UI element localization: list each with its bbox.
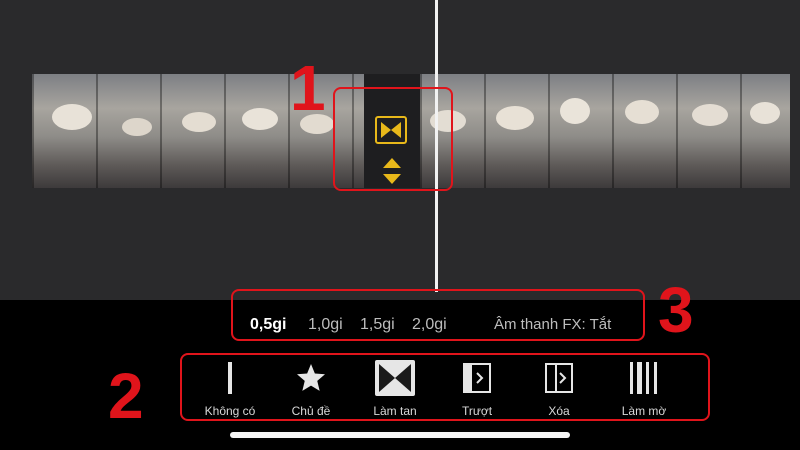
style-none-button[interactable]: Không có <box>190 356 270 422</box>
clip-thumbnail-detail <box>560 98 590 124</box>
style-wipe-button[interactable]: Xóa <box>519 356 599 422</box>
clip-thumbnail-detail <box>122 118 152 136</box>
wipe-icon <box>539 360 579 396</box>
style-fade-button[interactable]: Làm mờ <box>604 356 684 422</box>
duration-option-1-0[interactable]: 1,0gi <box>308 316 343 334</box>
style-label: Trượt <box>461 404 493 418</box>
clip-thumbnail-detail <box>625 100 659 124</box>
callout-number-1: 1 <box>290 52 326 124</box>
clip-thumbnail-detail <box>182 112 216 132</box>
clip-thumbnail-detail <box>750 102 780 124</box>
fade-bars-icon <box>624 360 664 396</box>
highlight-box-transition <box>333 87 453 191</box>
clip-thumbnail-detail <box>242 108 278 130</box>
duration-option-2-0[interactable]: 2,0gi <box>412 316 447 334</box>
clip-thumbnail-detail <box>496 106 534 130</box>
star-icon <box>291 360 331 396</box>
home-indicator[interactable] <box>230 432 570 438</box>
style-dissolve-button[interactable]: Làm tan <box>355 356 435 422</box>
style-label: Xóa <box>548 404 570 418</box>
style-label: Chủ đề <box>291 404 331 418</box>
duration-option-0-5[interactable]: 0,5gi <box>250 316 286 334</box>
none-line-icon <box>210 360 250 396</box>
transition-style-picker: Không có Chủ đề Làm tan Trượt Xóa Làm mờ <box>0 356 800 422</box>
clip-right-filmstrip[interactable] <box>420 74 790 188</box>
audio-fx-toggle[interactable]: Âm thanh FX: Tắt <box>494 316 611 333</box>
dissolve-bowtie-icon <box>375 360 415 396</box>
slide-icon <box>457 360 497 396</box>
style-label: Làm tan <box>373 404 417 418</box>
style-theme-button[interactable]: Chủ đề <box>271 356 351 422</box>
style-slide-button[interactable]: Trượt <box>437 356 517 422</box>
style-label: Không có <box>204 404 256 418</box>
clip-thumbnail-detail <box>692 104 728 126</box>
transition-duration-bar: 0,5gi 1,0gi 1,5gi 2,0gi Âm thanh FX: Tắt <box>0 316 800 340</box>
style-label: Làm mờ <box>621 404 667 418</box>
clip-thumbnail-detail <box>52 104 92 130</box>
duration-option-1-5[interactable]: 1,5gi <box>360 316 395 334</box>
